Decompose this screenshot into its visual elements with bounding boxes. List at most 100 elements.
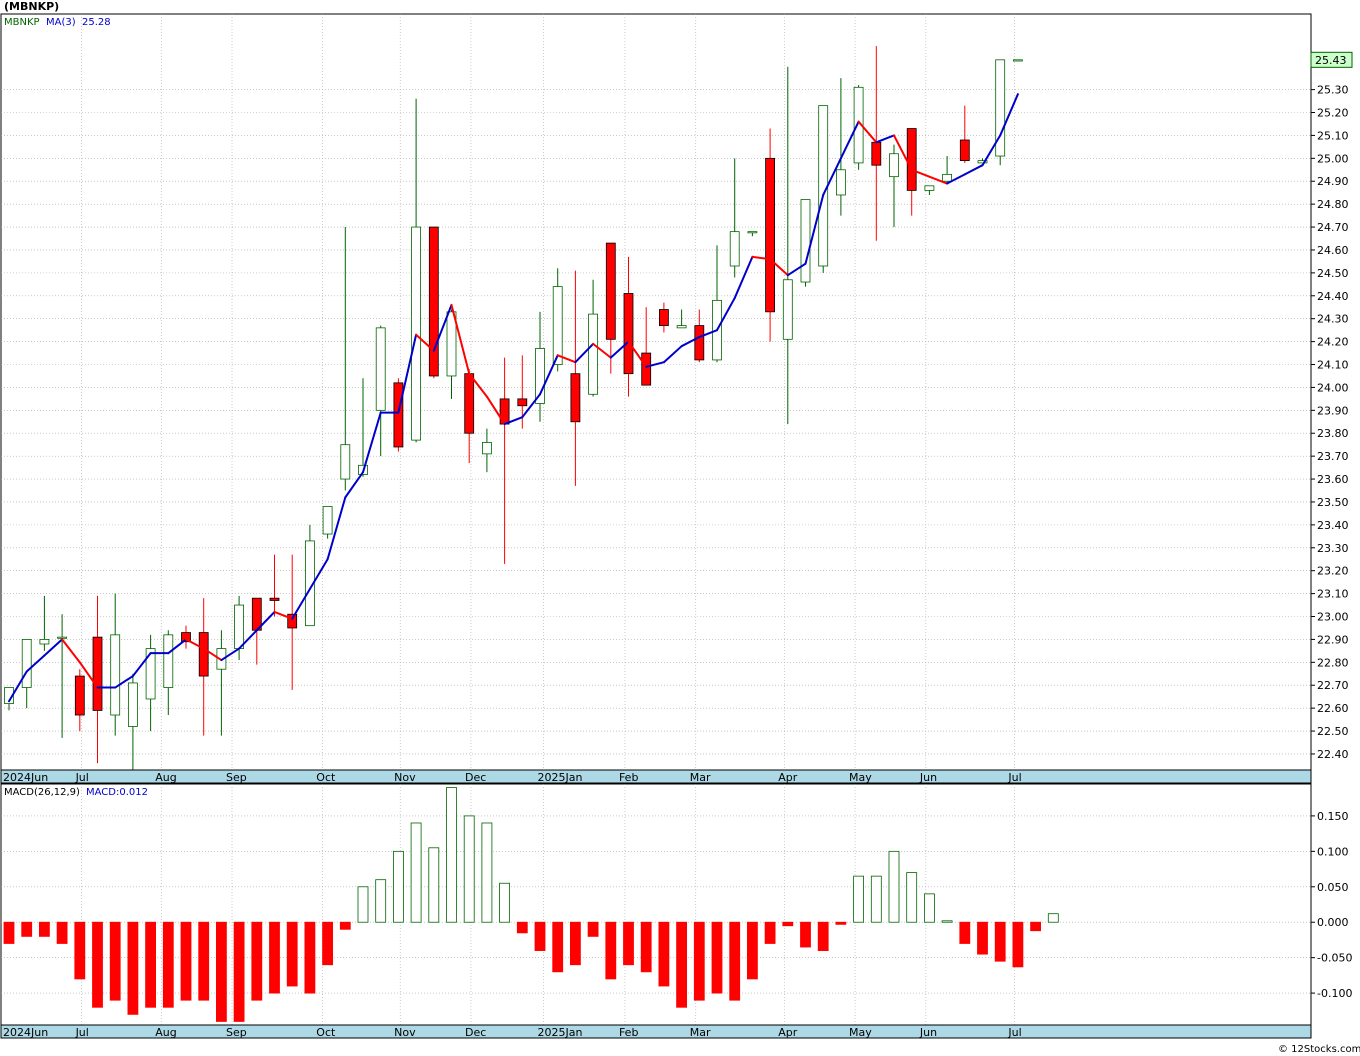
macd-bar-negative bbox=[286, 921, 298, 987]
macd-bar-positive bbox=[446, 787, 457, 923]
candle-body bbox=[729, 231, 740, 267]
month-label: Dec bbox=[465, 771, 486, 784]
month-label: Jul bbox=[75, 771, 89, 784]
price-tick-label: 22.80 bbox=[1317, 656, 1349, 669]
month-label: Sep bbox=[226, 1026, 247, 1039]
macd-bar-negative bbox=[92, 921, 103, 1008]
month-label: Feb bbox=[619, 1026, 638, 1039]
macd-bar-negative bbox=[693, 921, 705, 1001]
price-tick-label: 23.60 bbox=[1317, 473, 1349, 486]
macd-bar-negative bbox=[74, 921, 86, 980]
macd-bar-negative bbox=[552, 921, 564, 973]
macd-bar-negative bbox=[800, 921, 811, 948]
candle-body bbox=[1013, 59, 1023, 62]
price-tick-label: 22.50 bbox=[1317, 725, 1349, 738]
candle-body bbox=[127, 682, 138, 727]
month-label: 2025Jan bbox=[538, 1026, 583, 1039]
month-label: Oct bbox=[316, 771, 336, 784]
candle-body bbox=[198, 632, 209, 677]
macd-bar-positive bbox=[357, 886, 369, 923]
candle-body bbox=[39, 639, 50, 645]
macd-tick-label: -0.050 bbox=[1317, 952, 1352, 965]
price-tick-label: 23.20 bbox=[1317, 565, 1349, 578]
price-tick-label: 23.40 bbox=[1317, 519, 1349, 532]
macd-bar-negative bbox=[1012, 921, 1024, 968]
macd-tick-label: -0.100 bbox=[1317, 987, 1352, 1000]
macd-bar-positive bbox=[499, 882, 511, 923]
month-label: Aug bbox=[155, 771, 176, 784]
last-price-value: 25.43 bbox=[1315, 54, 1347, 67]
price-tick-label: 23.30 bbox=[1317, 542, 1349, 555]
candle-body bbox=[570, 373, 581, 423]
macd-bar-negative bbox=[658, 921, 670, 987]
macd-bar-positive bbox=[481, 822, 493, 923]
macd-bar-negative bbox=[269, 921, 280, 994]
candle-down bbox=[393, 378, 404, 452]
macd-bar-negative bbox=[233, 921, 245, 1022]
legend-ma-label: MA(3) bbox=[46, 17, 76, 28]
candle-body bbox=[287, 613, 298, 629]
date-axis-strip-macd bbox=[0, 1024, 1312, 1039]
candle-body bbox=[747, 231, 758, 234]
month-label: Oct bbox=[316, 1026, 336, 1039]
month-label: 2025Jan bbox=[538, 771, 583, 784]
macd-bar-negative bbox=[977, 921, 988, 955]
price-tick-label: 25.00 bbox=[1317, 152, 1349, 165]
candle-body bbox=[924, 185, 935, 191]
month-label: Feb bbox=[619, 771, 638, 784]
macd-bar-negative bbox=[747, 921, 758, 980]
macd-bar-negative bbox=[623, 921, 634, 966]
candle-body bbox=[906, 128, 917, 191]
month-label: Apr bbox=[778, 1026, 798, 1039]
macd-tick-label: 0.000 bbox=[1317, 916, 1349, 929]
month-label: Jul bbox=[1007, 771, 1021, 784]
candle-body bbox=[481, 441, 492, 455]
price-tick-label: 23.70 bbox=[1317, 450, 1349, 463]
price-tick-label: 23.00 bbox=[1317, 611, 1349, 624]
month-label: Aug bbox=[155, 1026, 176, 1039]
candle-body bbox=[464, 373, 475, 434]
macd-bar-negative bbox=[994, 921, 1006, 962]
macd-bar-negative bbox=[640, 921, 652, 973]
macd-legend-value: MACD:0.012 bbox=[86, 787, 148, 798]
macd-bar-negative bbox=[729, 921, 741, 1001]
macd-bar-positive bbox=[410, 822, 422, 923]
macd-bar-positive bbox=[924, 893, 935, 923]
candle-body bbox=[92, 636, 103, 711]
macd-bar-positive bbox=[375, 879, 387, 923]
legend-symbol: MBNKP bbox=[4, 17, 40, 28]
candle-body bbox=[765, 157, 775, 313]
macd-bar-negative bbox=[764, 921, 776, 944]
candle-body bbox=[234, 604, 245, 649]
candle-body bbox=[588, 313, 598, 395]
candle-body bbox=[110, 634, 121, 716]
price-tick-label: 24.60 bbox=[1317, 244, 1349, 257]
macd-bar-negative bbox=[3, 921, 15, 944]
macd-bar-negative bbox=[959, 921, 971, 944]
price-tick-label: 24.00 bbox=[1317, 381, 1349, 394]
price-tick-label: 24.40 bbox=[1317, 290, 1349, 303]
macd-bar-negative bbox=[109, 921, 121, 1001]
macd-bar-positive bbox=[870, 875, 882, 923]
stock-chart: (MBNKP) 22.40 22.50 22.60 22.70 22.80 22.90 23… bbox=[0, 0, 1360, 1056]
candle-body bbox=[428, 226, 439, 377]
chart-title: (MBNKP) bbox=[4, 0, 59, 13]
price-tick-label: 25.30 bbox=[1317, 84, 1349, 97]
candle-body bbox=[552, 286, 563, 365]
macd-bar-negative bbox=[304, 921, 316, 994]
candle-body bbox=[694, 325, 705, 361]
price-tick-label: 23.80 bbox=[1317, 427, 1349, 440]
candle-down bbox=[428, 226, 439, 379]
candle-body bbox=[818, 105, 829, 267]
macd-bar-negative bbox=[534, 921, 546, 951]
month-label: Jun bbox=[919, 771, 937, 784]
price-tick-label: 24.80 bbox=[1317, 198, 1349, 211]
macd-tick-label: 0.050 bbox=[1317, 881, 1349, 894]
macd-bar-negative bbox=[570, 921, 581, 966]
candle-body bbox=[871, 141, 882, 166]
macd-bar-positive bbox=[392, 850, 404, 923]
candle-body bbox=[800, 199, 811, 283]
candle-body bbox=[605, 242, 616, 340]
macd-bar-negative bbox=[516, 921, 528, 934]
macd-tick-label: 0.150 bbox=[1317, 810, 1349, 823]
